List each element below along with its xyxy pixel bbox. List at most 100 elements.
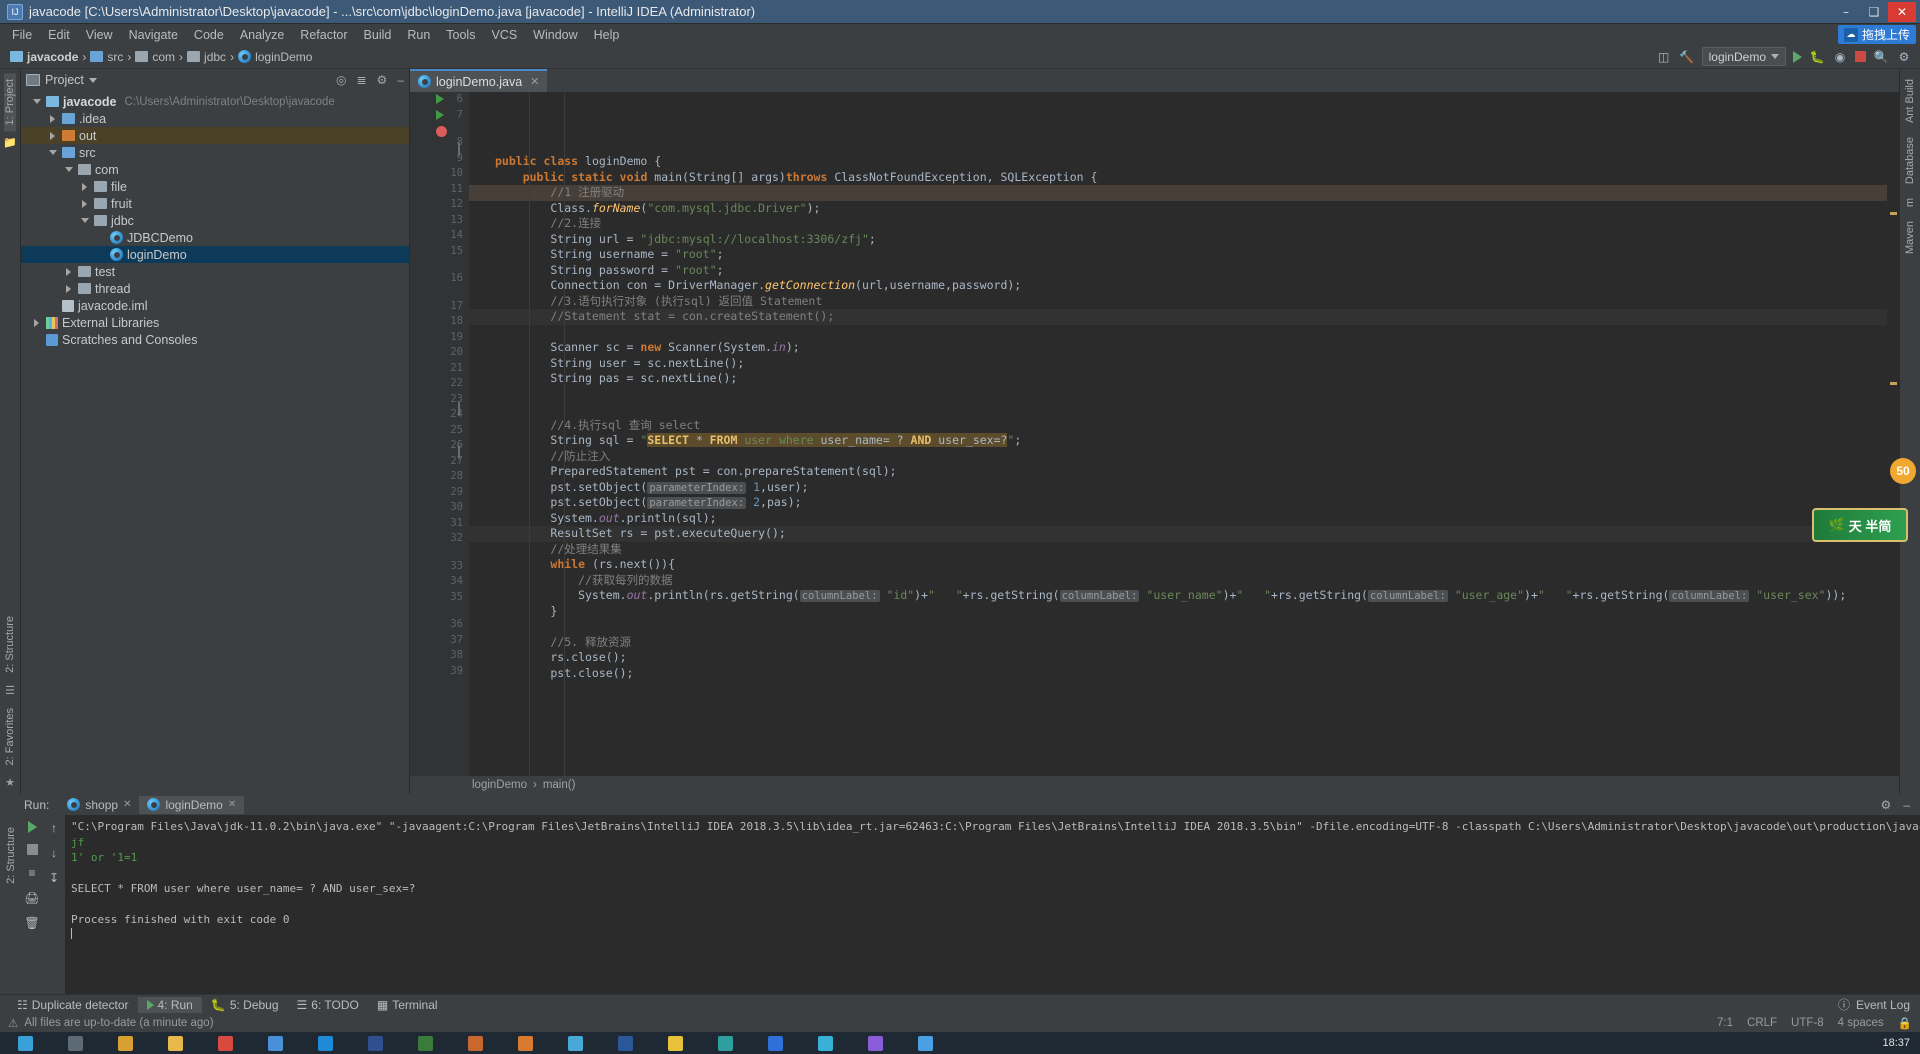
bottom-tab-duplicate-detector[interactable]: ☷ Duplicate detector	[8, 997, 138, 1013]
line-number[interactable]: 29	[410, 485, 469, 501]
code-line[interactable]: //4.执行sql 查询 select	[469, 418, 1887, 434]
hide-icon[interactable]: –	[1903, 798, 1910, 812]
menu-item-view[interactable]: View	[78, 26, 121, 44]
tree-item-scratches-and-consoles[interactable]: Scratches and Consoles	[21, 331, 409, 348]
code-line[interactable]: pst.setObject(parameterIndex: 2,pas);	[469, 495, 1887, 511]
line-number[interactable]: 12	[410, 197, 469, 213]
chevron-right-icon[interactable]	[79, 182, 90, 191]
tree-item-src[interactable]: src	[21, 144, 409, 161]
print-icon[interactable]: 🖨	[24, 891, 39, 905]
code-content[interactable]: public class loginDemo { public static v…	[469, 92, 1887, 776]
sidebar-tab-project[interactable]: 1: Project	[4, 73, 16, 132]
menu-item-tools[interactable]: Tools	[438, 26, 483, 44]
tree-item-file[interactable]: file	[21, 178, 409, 195]
build-icon[interactable]: 🔨	[1679, 49, 1695, 65]
code-line[interactable]: //2.连接	[469, 216, 1887, 232]
line-number[interactable]: 32	[410, 531, 469, 547]
code-line[interactable]: while (rs.next()){	[469, 557, 1887, 573]
line-number[interactable]: 21	[410, 361, 469, 377]
tree-item-thread[interactable]: thread	[21, 280, 409, 297]
gear-icon[interactable]: ⚙	[1881, 798, 1892, 812]
taskbar-app-navicat-icon[interactable]	[400, 1032, 450, 1054]
fold-toggle-icon[interactable]	[458, 401, 460, 416]
scroll-to-end-icon[interactable]: ↧	[49, 871, 59, 885]
taskbar-app-player-icon[interactable]	[450, 1032, 500, 1054]
tree-item-out[interactable]: out	[21, 127, 409, 144]
taskbar-start-icon[interactable]	[0, 1032, 50, 1054]
code-line[interactable]	[469, 325, 1887, 341]
tree-item-jdbcdemo[interactable]: JDBCDemo	[21, 229, 409, 246]
code-line[interactable]	[469, 387, 1887, 403]
locate-icon[interactable]: ◎	[336, 73, 346, 87]
chevron-right-icon[interactable]	[31, 318, 42, 327]
chevron-right-icon[interactable]	[79, 199, 90, 208]
code-line[interactable]: Class.forName("com.mysql.jdbc.Driver");	[469, 201, 1887, 217]
taskbar-app-idea-icon[interactable]	[200, 1032, 250, 1054]
warning-marker[interactable]	[1890, 212, 1897, 215]
line-number[interactable]: 14	[410, 228, 469, 244]
star-icon[interactable]: ★	[5, 776, 15, 789]
folder-icon[interactable]: 📁	[3, 136, 17, 149]
chevron-right-icon[interactable]	[47, 114, 58, 123]
code-line[interactable]	[469, 619, 1887, 635]
maximize-button[interactable]: ❑	[1860, 2, 1888, 22]
code-line[interactable]: String password = "root";	[469, 263, 1887, 279]
indent-setting[interactable]: 4 spaces	[1838, 1017, 1884, 1029]
line-number[interactable]: 15	[410, 244, 469, 260]
code-line[interactable]: String sql = "SELECT * FROM user where u…	[469, 433, 1887, 449]
taskbar-app-word-icon[interactable]	[600, 1032, 650, 1054]
code-line[interactable]: System.out.println(rs.getString(columnLa…	[469, 588, 1887, 604]
console-output[interactable]: "C:\Program Files\Java\jdk-11.0.2\bin\ja…	[65, 815, 1920, 994]
tree-item-logindemo[interactable]: loginDemo	[21, 246, 409, 263]
breadcrumb-src[interactable]: src	[86, 50, 127, 64]
chevron-right-icon[interactable]	[47, 131, 58, 140]
sidebar-tab-structure-bottom[interactable]: 2: Structure	[5, 821, 17, 890]
code-line[interactable]: String url = "jdbc:mysql://localhost:330…	[469, 232, 1887, 248]
taskbar-app-chrome-icon[interactable]	[100, 1032, 150, 1054]
editor-gutter[interactable]: 6789101112131415161718192021222324252627…	[410, 92, 469, 776]
taskbar-app-qq-icon[interactable]	[550, 1032, 600, 1054]
taskbar-app-active-icon[interactable]	[900, 1032, 950, 1054]
menu-item-build[interactable]: Build	[356, 26, 400, 44]
tree-item-test[interactable]: test	[21, 263, 409, 280]
code-line[interactable]: System.out.println(sql);	[469, 511, 1887, 527]
bottom-tab-terminal[interactable]: ▦ Terminal	[368, 997, 447, 1013]
coverage-icon[interactable]: ◉	[1832, 49, 1848, 65]
close-button[interactable]: ✕	[1888, 1, 1916, 22]
run-configuration-selector[interactable]: loginDemo	[1701, 47, 1786, 66]
bottom-tab-run[interactable]: 4: Run	[137, 996, 202, 1013]
floating-badge[interactable]: 50	[1890, 458, 1916, 484]
code-line[interactable]: PreparedStatement pst = con.prepareState…	[469, 464, 1887, 480]
taskbar-app-media-icon[interactable]	[500, 1032, 550, 1054]
code-line[interactable]: public class loginDemo {	[469, 154, 1887, 170]
tool-tab-database[interactable]: Database	[1904, 131, 1916, 190]
line-number[interactable]: 30	[410, 500, 469, 516]
line-number[interactable]: 19	[410, 330, 469, 346]
code-line[interactable]: rs.close();	[469, 650, 1887, 666]
code-line[interactable]	[469, 402, 1887, 418]
editor-marker-strip[interactable]	[1887, 92, 1899, 776]
warning-marker[interactable]	[1890, 382, 1897, 385]
structure-icon[interactable]: ☰	[5, 684, 15, 697]
code-line[interactable]: String user = sc.nextLine();	[469, 356, 1887, 372]
code-line[interactable]: //防止注入	[469, 449, 1887, 465]
line-number[interactable]: 9	[410, 151, 469, 167]
rerun-icon[interactable]	[27, 821, 37, 833]
breadcrumb-loginDemo[interactable]: loginDemo	[234, 50, 316, 64]
code-line[interactable]: //Statement stat = con.createStatement()…	[469, 309, 1887, 325]
code-line[interactable]: //1 注册驱动	[469, 185, 1887, 201]
chevron-down-icon[interactable]	[31, 99, 42, 104]
breakpoint-icon[interactable]	[436, 126, 447, 137]
taskbar-app-edge-icon[interactable]	[300, 1032, 350, 1054]
chevron-right-icon[interactable]	[63, 284, 74, 293]
menu-item-navigate[interactable]: Navigate	[121, 26, 186, 44]
line-number[interactable]: 24	[410, 407, 469, 423]
collapse-all-icon[interactable]: ≣	[356, 73, 366, 87]
floating-ad-widget[interactable]: 🌿 天 半简	[1812, 508, 1908, 542]
taskbar-app-folder-icon[interactable]	[150, 1032, 200, 1054]
run-tab-shopp[interactable]: shopp ✕	[59, 796, 139, 814]
breadcrumb-class[interactable]: loginDemo	[472, 779, 527, 791]
run-icon[interactable]	[1793, 50, 1802, 63]
upload-chip-button[interactable]: ☁ 拖拽上传	[1837, 25, 1916, 44]
breadcrumb-javacode[interactable]: javacode	[6, 50, 82, 64]
